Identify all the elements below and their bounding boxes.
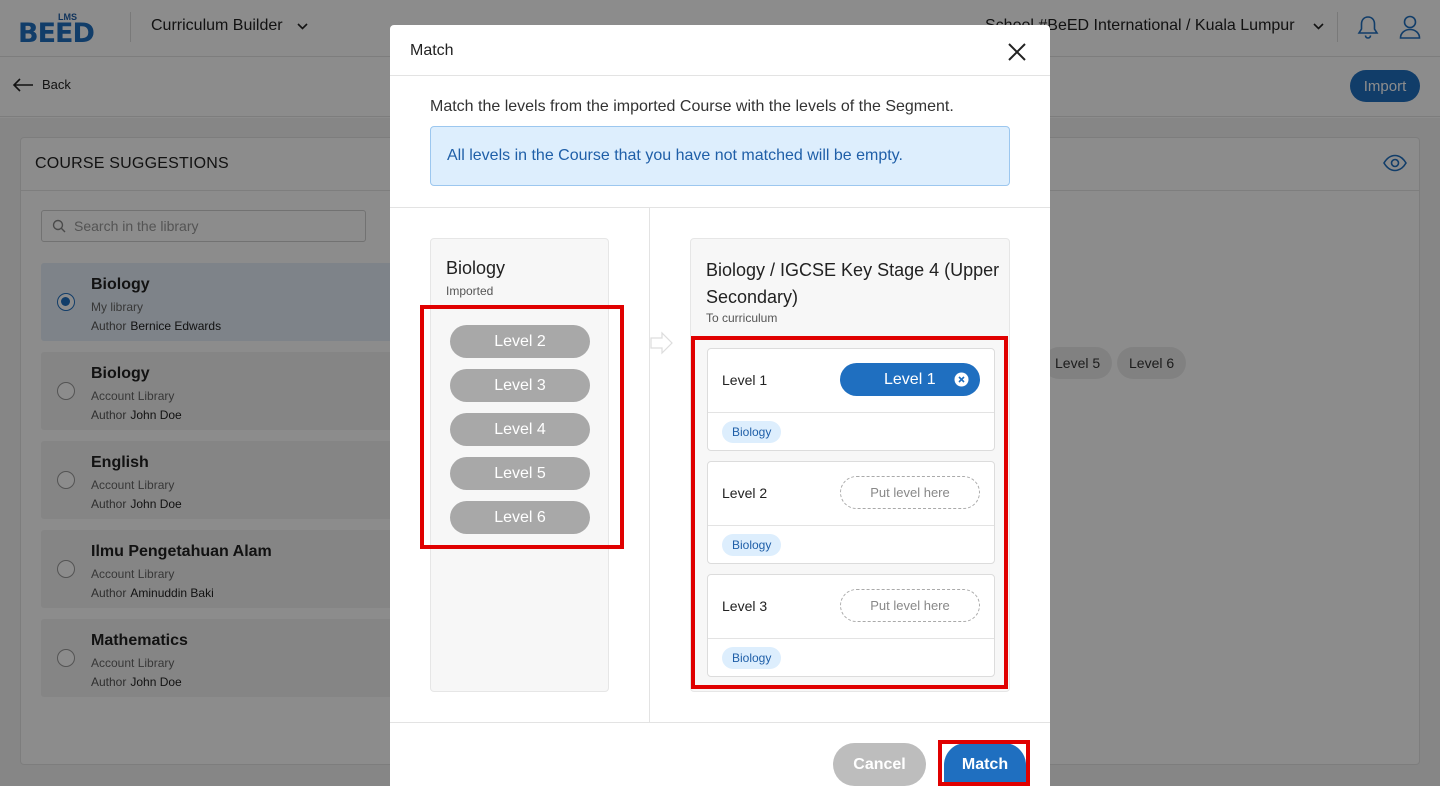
draggable-level-chip[interactable]: Level 5 <box>450 457 590 490</box>
level-slot: Level 1 Level 1 Biology <box>707 348 995 451</box>
divider <box>708 525 994 526</box>
slot-label: Level 3 <box>722 598 768 614</box>
close-icon[interactable] <box>1006 41 1028 63</box>
draggable-level-chip[interactable]: Level 4 <box>450 413 590 446</box>
level-slot: Level 2 Put level here Biology <box>707 461 995 564</box>
slot-label: Level 1 <box>722 372 768 388</box>
match-button[interactable]: Match <box>944 743 1026 786</box>
cancel-button[interactable]: Cancel <box>833 743 926 786</box>
draggable-level-chip[interactable]: Level 3 <box>450 369 590 402</box>
slot-label: Level 2 <box>722 485 768 501</box>
info-banner: All levels in the Course that you have n… <box>430 126 1010 186</box>
level-drop-zone[interactable]: Put level here <box>840 476 980 509</box>
dialog-title: Match <box>410 42 454 59</box>
draggable-level-chip[interactable]: Level 2 <box>450 325 590 358</box>
divider <box>390 207 1050 208</box>
draggable-level-chip[interactable]: Level 6 <box>450 501 590 534</box>
subject-tag: Biology <box>722 534 782 556</box>
imported-course-subtitle: Imported <box>446 284 494 298</box>
level-drop-zone[interactable]: Put level here <box>840 589 980 622</box>
imported-course-column: Biology Imported Level 2 Level 3 Level 4… <box>430 238 609 692</box>
curriculum-title: Biology / IGCSE Key Stage 4 (Upper Secon… <box>706 260 1000 307</box>
match-dialog: Match Match the levels from the imported… <box>390 25 1050 786</box>
dialog-description: Match the levels from the imported Cours… <box>430 98 954 115</box>
divider <box>390 75 1050 76</box>
divider <box>390 722 1050 723</box>
subject-tag: Biology <box>722 421 782 443</box>
divider <box>708 638 994 639</box>
assigned-level-label: Level 1 <box>884 371 936 388</box>
curriculum-column: Biology / IGCSE Key Stage 4 (Upper Secon… <box>690 238 1010 692</box>
remove-icon[interactable] <box>954 372 969 387</box>
divider <box>708 412 994 413</box>
level-slot: Level 3 Put level here Biology <box>707 574 995 677</box>
arrow-right-icon <box>650 331 673 355</box>
subject-tag: Biology <box>722 647 782 669</box>
imported-course-title: Biology <box>446 258 506 278</box>
assigned-level-chip[interactable]: Level 1 <box>840 363 980 396</box>
curriculum-subtitle: To curriculum <box>706 311 778 325</box>
column-divider <box>649 208 650 722</box>
